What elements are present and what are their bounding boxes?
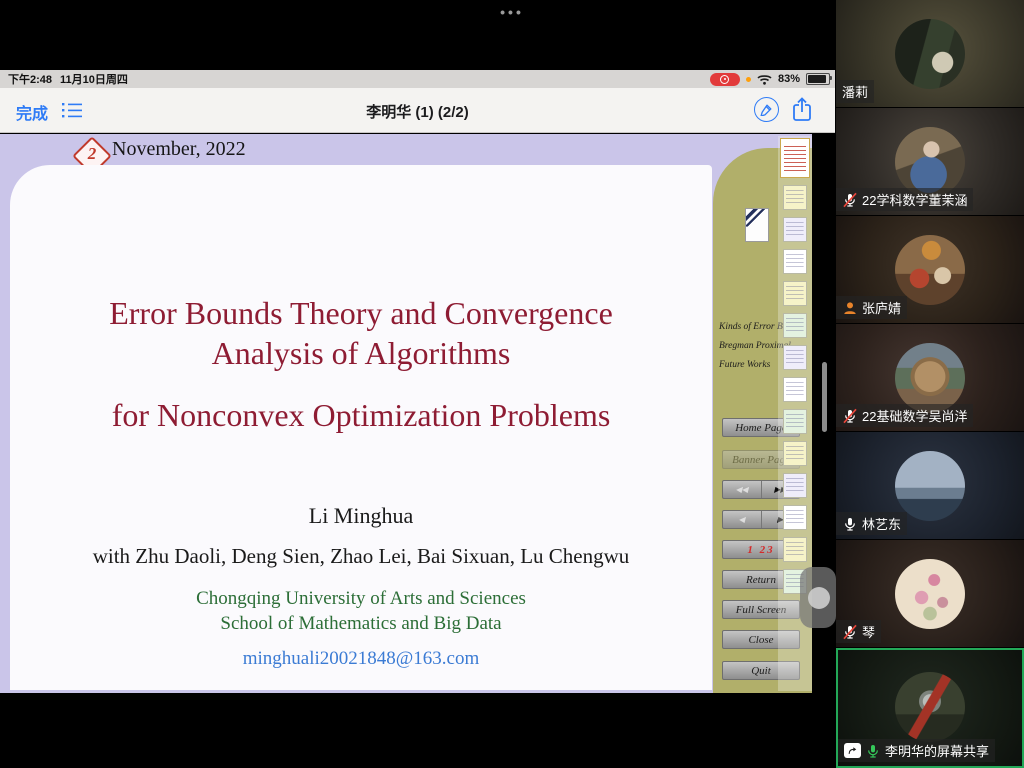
pdf-content-area: 2 November, 2022 Error Bounds Theory and…	[0, 134, 835, 693]
participant-name: 潘莉	[842, 82, 868, 101]
mic-in-use-dot	[746, 77, 751, 82]
page-thumbnail[interactable]	[783, 505, 807, 530]
mic-muted-icon	[842, 192, 858, 208]
page-thumbnail[interactable]	[783, 537, 807, 562]
screen-share-icon	[844, 743, 861, 758]
prev-page-button[interactable]: ◀	[723, 511, 762, 528]
ipad-status-bar: 下午2:48 11月10日周四 83%	[0, 70, 835, 88]
slide-preview-thumbnail[interactable]	[745, 208, 769, 242]
participant-tile-screen-share-active[interactable]: 李明华的屏幕共享	[836, 648, 1024, 768]
page-thumbnail[interactable]	[783, 377, 807, 402]
battery-icon	[806, 73, 830, 85]
prev-many-button[interactable]: ◀◀	[723, 481, 762, 498]
mic-muted-icon	[842, 408, 858, 424]
participant-name: 林艺东	[862, 514, 901, 533]
page-thumbnail[interactable]	[783, 185, 807, 210]
avatar	[895, 343, 965, 413]
slide-email[interactable]: minghuali20021848@163.com	[10, 648, 712, 670]
participant-tile[interactable]: 22基础数学吴尚洋	[836, 324, 1024, 431]
page-thumbnail[interactable]	[783, 473, 807, 498]
markup-pen-icon[interactable]	[754, 97, 779, 122]
page-thumbnail[interactable]	[783, 345, 807, 370]
avatar	[895, 672, 965, 742]
shared-screen-viewport: 下午2:48 11月10日周四 83% 完成	[0, 70, 835, 693]
slide-coauthors: with Zhu Daoli, Deng Sien, Zhao Lei, Bai…	[10, 544, 712, 569]
avatar	[895, 559, 965, 629]
mic-on-icon	[842, 516, 858, 532]
member-person-icon	[842, 300, 858, 316]
mic-active-icon	[865, 743, 881, 759]
mic-muted-icon	[842, 624, 858, 640]
page-thumbnail[interactable]	[783, 409, 807, 434]
slide-affiliation: Chongqing University of Arts and Science…	[10, 586, 712, 636]
participant-tile[interactable]: 潘莉	[836, 0, 1024, 107]
slide-title-part1: Error Bounds Theory and Convergence Anal…	[10, 293, 712, 373]
status-time: 下午2:48	[8, 71, 52, 87]
wifi-icon	[757, 74, 772, 85]
pdf-reader-toolbar: 完成 李明华 (1) (2/2)	[0, 88, 835, 133]
status-date: 11月10日周四	[60, 71, 128, 87]
page-thumbnail[interactable]	[783, 313, 807, 338]
slide-author: Li Minghua	[10, 503, 712, 529]
participant-name: 22基础数学吴尚洋	[862, 406, 967, 425]
slide-page: 2 November, 2022 Error Bounds Theory and…	[0, 134, 812, 693]
avatar	[895, 19, 965, 89]
page-thumbnail-current[interactable]	[780, 138, 810, 178]
document-title: 李明华 (1) (2/2)	[0, 101, 835, 122]
avatar	[895, 451, 965, 521]
participant-name: 琴	[862, 622, 875, 641]
slide-title-part2: for Nonconvex Optimization Problems	[10, 397, 712, 434]
pdf-scrollbar[interactable]	[822, 362, 827, 432]
assistive-touch-button[interactable]	[800, 567, 836, 628]
participant-name: 李明华的屏幕共享	[885, 741, 989, 760]
avatar	[895, 127, 965, 197]
page-thumbnail[interactable]	[783, 217, 807, 242]
participant-name: 张庐婧	[862, 298, 901, 317]
participant-tile[interactable]: 22学科数学董茉涵	[836, 108, 1024, 215]
screen-recording-indicator[interactable]	[710, 73, 740, 86]
slide-body: Error Bounds Theory and Convergence Anal…	[10, 165, 712, 690]
share-icon[interactable]	[791, 96, 813, 124]
slide-date: November, 2022	[112, 138, 246, 161]
participant-tile[interactable]: 张庐婧	[836, 216, 1024, 323]
meeting-app-screen: ••• 下午2:48 11月10日周四 83% 完成	[0, 0, 1024, 768]
page-thumbnail[interactable]	[783, 441, 807, 466]
page-thumbnail[interactable]	[783, 249, 807, 274]
participant-tile[interactable]: 琴	[836, 540, 1024, 647]
battery-percent: 83%	[778, 73, 800, 85]
page-thumbnail[interactable]	[783, 281, 807, 306]
participant-tile[interactable]: 林艺东	[836, 432, 1024, 539]
participant-name: 22学科数学董茉涵	[862, 190, 967, 209]
avatar	[895, 235, 965, 305]
